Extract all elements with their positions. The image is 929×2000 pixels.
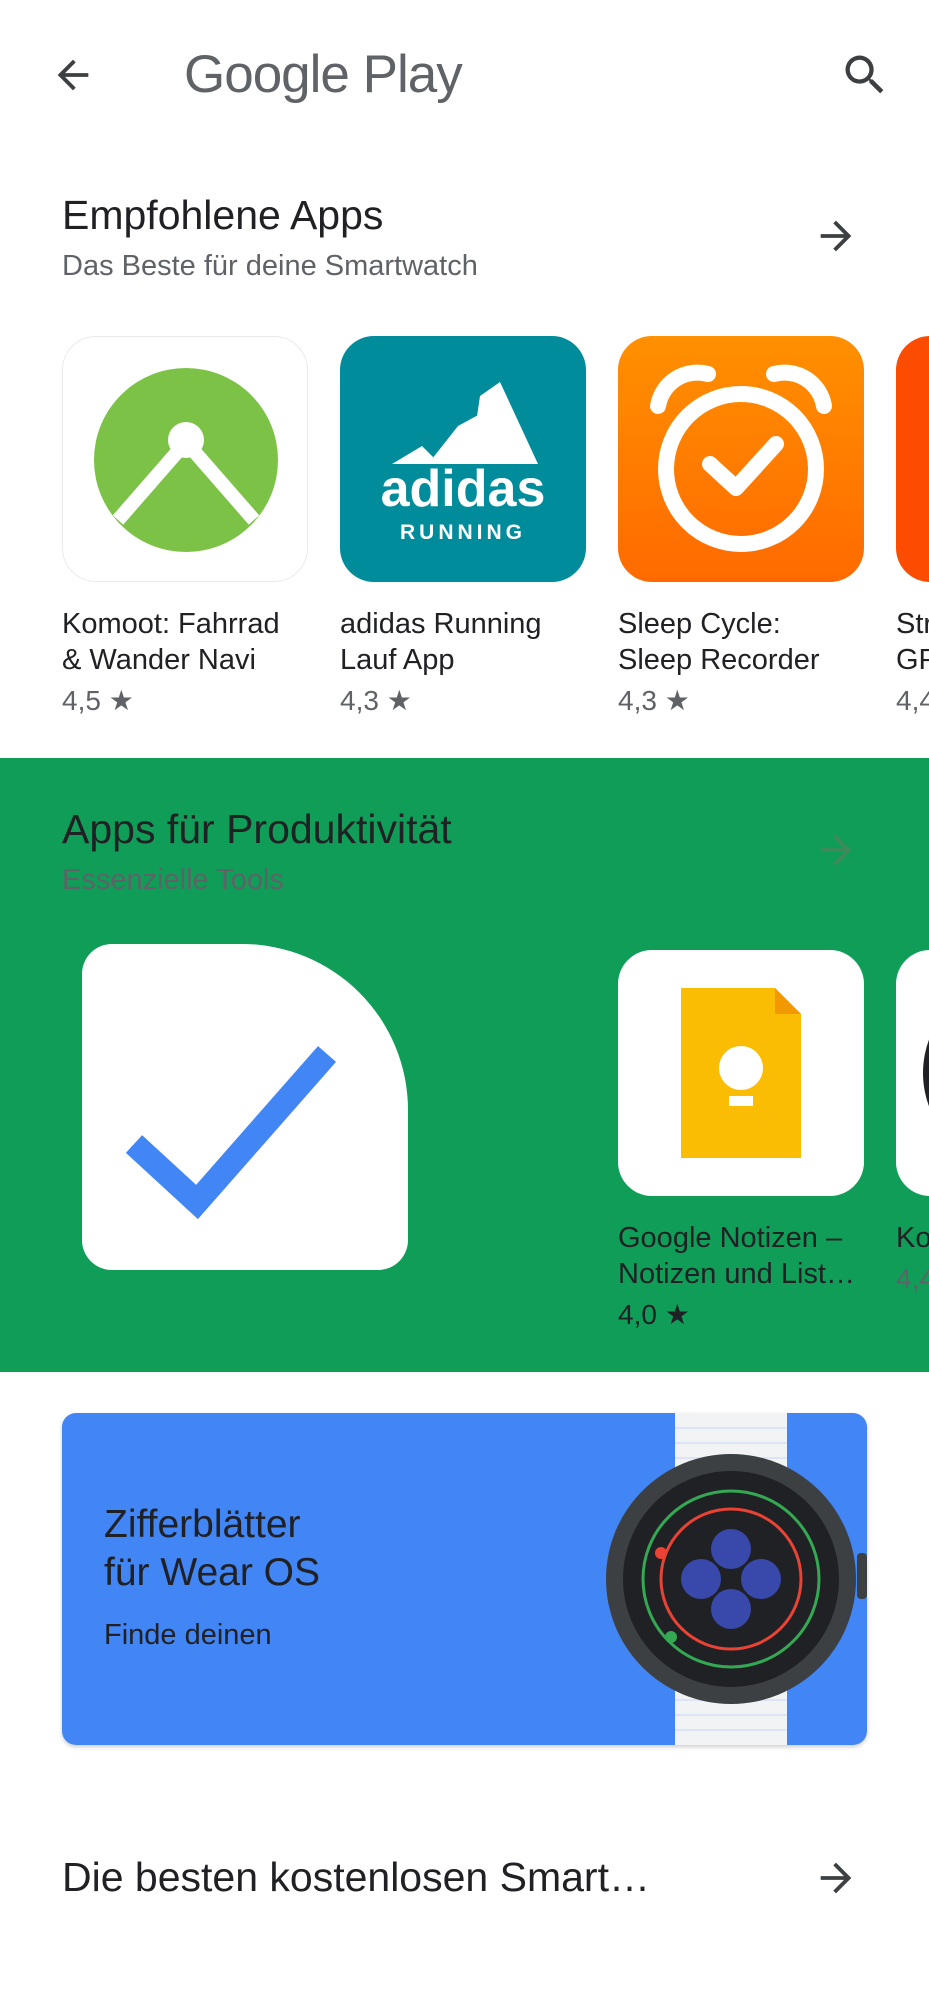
search-button[interactable] bbox=[830, 40, 900, 110]
banner-title-line2: für Wear OS bbox=[104, 1551, 321, 1594]
free-more-button[interactable] bbox=[804, 1846, 868, 1910]
komoot-icon bbox=[62, 336, 308, 582]
section-title-recommended: Empfohlene Apps bbox=[62, 192, 384, 238]
adidas-logo-text: adidas bbox=[381, 460, 546, 518]
featured-tasks-icon[interactable] bbox=[82, 944, 408, 1270]
app-card-partial[interactable]: Str GP 4,4 bbox=[896, 336, 929, 718]
app-card-partial-2[interactable]: Ko 4,4 bbox=[896, 950, 929, 1296]
app-rating: 4,5 ★ bbox=[62, 685, 134, 716]
arrow-right-icon bbox=[820, 220, 852, 252]
app-name-line2: & Wander Navi bbox=[62, 644, 256, 676]
app-name-line1: Komoot: Fahrrad bbox=[62, 608, 280, 640]
watch-icon bbox=[896, 950, 929, 1196]
app-name-line2: Notizen und List… bbox=[618, 1258, 855, 1290]
star-icon: ★ bbox=[108, 685, 134, 716]
app-card-sleep-cycle[interactable]: Sleep Cycle: Sleep Recorder 4,3 ★ bbox=[618, 336, 868, 718]
section-title-productivity: Apps für Produktivität bbox=[62, 806, 452, 852]
google-keep-icon bbox=[618, 950, 864, 1196]
arrow-right-icon bbox=[820, 1862, 852, 1894]
app-name-line1: Google Notizen – bbox=[618, 1222, 843, 1254]
app-rating: 4,3 ★ bbox=[618, 685, 690, 716]
search-icon bbox=[845, 55, 884, 94]
app-name-line2: GP bbox=[896, 644, 929, 676]
app-rating: 4,4 bbox=[896, 1263, 929, 1294]
banner-title-line1: Zifferblätter bbox=[104, 1503, 301, 1546]
app-card-komoot[interactable]: Komoot: Fahrrad & Wander Navi 4,5 ★ bbox=[62, 336, 312, 718]
app-name-line1: adidas Running bbox=[340, 608, 542, 640]
back-button[interactable] bbox=[40, 42, 106, 108]
app-name-line1: Str bbox=[896, 608, 929, 640]
app-rating: 4,0 ★ bbox=[618, 1299, 690, 1330]
section-title-free: Die besten kostenlosen Smart… bbox=[62, 1854, 650, 1900]
strava-icon bbox=[896, 336, 929, 582]
top-app-bar: Google Play bbox=[0, 0, 929, 150]
productivity-more-button[interactable] bbox=[804, 818, 868, 882]
star-icon: ★ bbox=[664, 685, 690, 716]
app-card-google-keep[interactable]: Google Notizen – Notizen und List… 4,0 ★ bbox=[618, 950, 868, 1332]
google-play-logo: Google Play bbox=[184, 45, 463, 104]
sleep-cycle-icon bbox=[618, 336, 864, 582]
app-card-adidas[interactable]: adidas RUNNING adidas Running Lauf App 4… bbox=[340, 336, 590, 718]
section-subtitle-recommended: Das Beste für deine Smartwatch bbox=[62, 250, 478, 282]
wear-os-watchfaces-banner[interactable]: Zifferblätter für Wear OS Finde deinen bbox=[62, 1413, 867, 1745]
app-name-line2: Sleep Recorder bbox=[618, 644, 820, 676]
section-subtitle-productivity: Essenzielle Tools bbox=[62, 864, 284, 896]
productivity-section: Apps für Produktivität Essenzielle Tools… bbox=[0, 758, 929, 1372]
banner-subtitle: Finde deinen bbox=[104, 1619, 272, 1647]
arrow-right-icon bbox=[820, 834, 852, 866]
app-name-line1: Ko bbox=[896, 1222, 929, 1254]
app-name-line1: Sleep Cycle: bbox=[618, 608, 781, 640]
arrow-left-icon bbox=[57, 59, 89, 91]
adidas-running-icon: adidas RUNNING bbox=[340, 336, 586, 582]
star-icon: ★ bbox=[386, 685, 412, 716]
app-name-line2: Lauf App bbox=[340, 644, 455, 676]
app-rating: 4,4 bbox=[896, 685, 929, 716]
app-rating: 4,3 ★ bbox=[340, 685, 412, 716]
adidas-logo-subtext: RUNNING bbox=[400, 521, 526, 544]
star-icon: ★ bbox=[664, 1299, 690, 1330]
watch-illustration bbox=[547, 1413, 867, 1745]
recommended-more-button[interactable] bbox=[804, 204, 868, 268]
